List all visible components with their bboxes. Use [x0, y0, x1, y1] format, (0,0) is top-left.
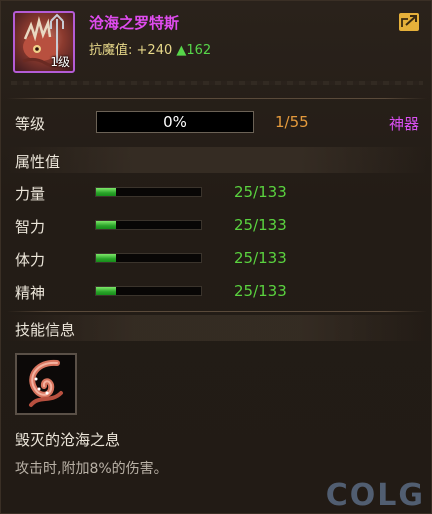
divider	[7, 311, 427, 312]
share-button[interactable]	[399, 13, 419, 31]
stat-value: 25/133	[234, 249, 287, 267]
skill-icon[interactable]	[15, 353, 77, 415]
level-progress-bar: 0%	[96, 111, 254, 133]
stat-bar	[95, 286, 202, 296]
stat-fill	[96, 287, 116, 295]
tentacle-icon	[29, 359, 63, 407]
level-label: 等级	[15, 115, 46, 133]
stat-value: 25/133	[234, 282, 287, 300]
item-name: 沧海之罗特斯	[89, 14, 180, 32]
item-icon[interactable]: 1级	[13, 11, 75, 73]
stat-fill	[96, 188, 116, 196]
stat-value: 25/133	[234, 183, 287, 201]
skill-name: 毁灭的沧海之息	[15, 431, 121, 449]
attributes-header-bg	[7, 147, 427, 173]
magic-resist-line: 抗魔值: +240 ▲162	[89, 39, 211, 58]
attributes-title: 属性值	[15, 153, 61, 171]
item-tooltip-panel: 1级 沧海之罗特斯 抗魔值: +240 ▲162 等级 0% 1/55 神器 属…	[0, 0, 432, 514]
level-count: 1/55	[275, 113, 309, 131]
stat-bar	[95, 187, 202, 197]
item-grade: 神器	[388, 115, 419, 133]
magic-resist-label: 抗魔值:	[89, 43, 133, 58]
watermark-logo: COLG	[325, 478, 425, 513]
stat-bar	[95, 220, 202, 230]
stat-bar	[95, 253, 202, 263]
share-icon	[401, 15, 417, 27]
divider	[7, 98, 427, 99]
stat-fill	[96, 254, 116, 262]
magic-resist-bonus: ▲162	[176, 43, 212, 58]
stat-value: 25/133	[234, 216, 287, 234]
stat-label: 精神	[15, 284, 46, 302]
skill-section-title: 技能信息	[15, 321, 76, 339]
stat-label: 体力	[15, 251, 46, 269]
item-level-badge: 1级	[50, 55, 70, 69]
magic-resist-base: +240	[136, 43, 173, 58]
stat-label: 智力	[15, 218, 46, 236]
header-separator-strip	[11, 81, 423, 85]
stat-fill	[96, 221, 116, 229]
level-progress-text: 0%	[163, 113, 187, 131]
skill-description: 攻击时,附加8%的伤害。	[15, 461, 168, 477]
stat-label: 力量	[15, 185, 46, 203]
